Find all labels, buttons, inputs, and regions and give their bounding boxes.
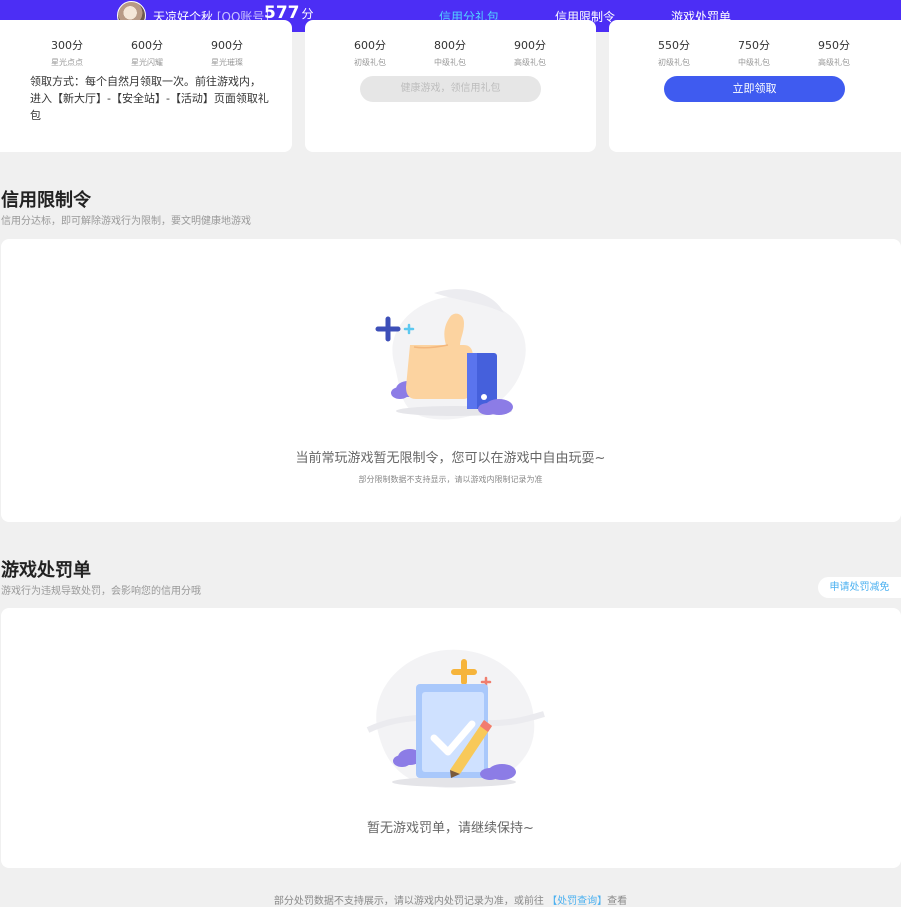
tier-label: 初级礼包 (658, 58, 690, 67)
penalty-footnote: 部分处罚数据不支持展示，请以游戏内处罚记录为准，或前往 【处罚查询】查看 (0, 892, 901, 907)
penalty-section-subtitle: 游戏行为违规导致处罚，会影响您的信用分哦 (1, 586, 201, 597)
tier-points: 750分 (738, 39, 770, 52)
penalty-footnote-tail: 查看 (607, 896, 628, 907)
gift-card-2: 600分 初级礼包 800分 中级礼包 900分 高级礼包 健康游戏，领信用礼包 (305, 20, 596, 152)
credit-score-unit: 分 (301, 7, 314, 21)
penalty-section-title: 游戏处罚单 (1, 560, 91, 581)
claim-instructions: 领取方式：每个自然月领取一次。前往游戏内，进入【新大厅】-【安全站】-【活动】页… (30, 75, 269, 122)
tier-points: 600分 (131, 39, 163, 52)
tier-points: 950分 (818, 39, 850, 52)
tier-label: 星光闪耀 (131, 58, 163, 67)
penalty-footnote-text: 部分处罚数据不支持展示，请以游戏内处罚记录为准，或前往 (273, 896, 544, 907)
tier-points: 550分 (658, 39, 690, 52)
restriction-section-subtitle: 信用分达标，即可解除游戏行为限制，要文明健康地游戏 (1, 216, 251, 227)
tier-label: 星光璀璨 (211, 58, 243, 67)
tier-item: 600分 初级礼包 (340, 37, 400, 68)
thumbs-up-icon (375, 289, 526, 420)
tier-item: 550分 初级礼包 (644, 37, 704, 68)
tier-item: 800分 中级礼包 (420, 37, 480, 68)
gift-card-1: 300分 星光点点 600分 星光闪耀 900分 星光璀璨 领取方式：每个自然月… (0, 20, 292, 152)
claim-gift-button[interactable]: 立即领取 (664, 76, 845, 102)
tier-item: 600分 星光闪耀 (117, 37, 177, 68)
tier-item: 750分 中级礼包 (724, 37, 784, 68)
penalty-card: 暂无游戏罚单，请继续保持~ (1, 608, 901, 868)
tier-points: 900分 (211, 39, 243, 52)
tier-label: 高级礼包 (818, 58, 850, 67)
clipboard-check-icon (366, 649, 545, 789)
tier-label: 高级礼包 (514, 58, 546, 67)
tier-label: 中级礼包 (738, 58, 770, 67)
tier-item: 300分 星光点点 (37, 37, 97, 68)
gift-card-3: 550分 初级礼包 750分 中级礼包 950分 高级礼包 立即领取 (609, 20, 901, 152)
penalty-query-link[interactable]: 【处罚查询】 (547, 896, 607, 907)
restriction-empty-note: 部分限制数据不支持显示，请以游戏内限制记录为准 (358, 475, 543, 484)
restriction-empty-text: 当前常玩游戏暂无限制令，您可以在游戏中自由玩耍~ (295, 451, 606, 466)
tier-item: 950分 高级礼包 (804, 37, 864, 68)
tier-item: 900分 星光璀璨 (197, 37, 257, 68)
penalty-empty-text: 暂无游戏罚单，请继续保持~ (367, 821, 534, 836)
apply-penalty-reduction-button[interactable]: 申请处罚减免 (818, 577, 901, 598)
restriction-card: 当前常玩游戏暂无限制令，您可以在游戏中自由玩耍~ 部分限制数据不支持显示，请以游… (1, 239, 901, 522)
restriction-section-title: 信用限制令 (1, 190, 91, 211)
tier-points: 600分 (354, 39, 386, 52)
tier-points: 900分 (514, 39, 546, 52)
tier-points: 800分 (434, 39, 466, 52)
claim-gift-button-disabled[interactable]: 健康游戏，领信用礼包 (360, 76, 541, 102)
tier-item: 900分 高级礼包 (500, 37, 560, 68)
tier-points: 300分 (51, 39, 83, 52)
tier-label: 星光点点 (51, 58, 83, 67)
tier-label: 中级礼包 (434, 58, 466, 67)
tier-label: 初级礼包 (354, 58, 386, 67)
